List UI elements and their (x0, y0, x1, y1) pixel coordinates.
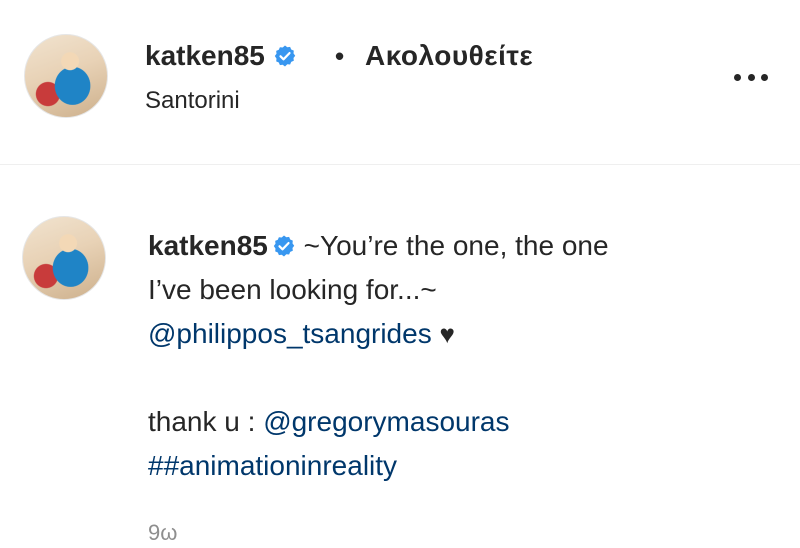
heart-icon: ♥ (439, 319, 455, 349)
location-link[interactable]: Santorini (145, 84, 240, 118)
header-divider (0, 164, 800, 165)
header-username-row: katken85 (145, 36, 297, 81)
more-options-icon[interactable] (734, 62, 768, 92)
comment-avatar[interactable] (22, 216, 106, 300)
following-button[interactable]: Ακολουθείτε (365, 36, 533, 76)
more-dot (747, 73, 755, 81)
caption-line-1: katken85 ~You’re the one, the one (148, 224, 768, 268)
caption-line-5: thank u : @gregorymasouras (148, 400, 768, 444)
thanks-text: thank u : (148, 406, 264, 437)
caption-line-2: I’ve been looking for...~ (148, 274, 437, 305)
more-dot (734, 73, 741, 81)
post-header: katken85 • Ακολουθείτε Santorini (0, 0, 800, 164)
header-avatar[interactable] (24, 34, 108, 118)
verified-badge-icon (273, 235, 295, 257)
header-username[interactable]: katken85 (145, 40, 265, 71)
caption-line-6: ##animationinreality (148, 444, 768, 488)
mention-philippos[interactable]: @philippos_tsangrides (148, 318, 432, 349)
verified-badge-icon (275, 45, 296, 67)
mention-gregory[interactable]: @gregorymasouras (263, 406, 509, 437)
header-separator: • (335, 41, 345, 71)
caption-comment: katken85 ~You’re the one, the one I’ve b… (148, 224, 768, 488)
comment-username[interactable]: katken85 (148, 230, 268, 261)
caption-text-1: ~You’re the one, the one (303, 230, 609, 261)
hashtag-link[interactable]: ##animationinreality (148, 450, 397, 481)
caption-line-3: @philippos_tsangrides ♥ (148, 312, 768, 356)
more-dot (761, 73, 768, 81)
post-timestamp[interactable]: 9ω (148, 518, 177, 548)
